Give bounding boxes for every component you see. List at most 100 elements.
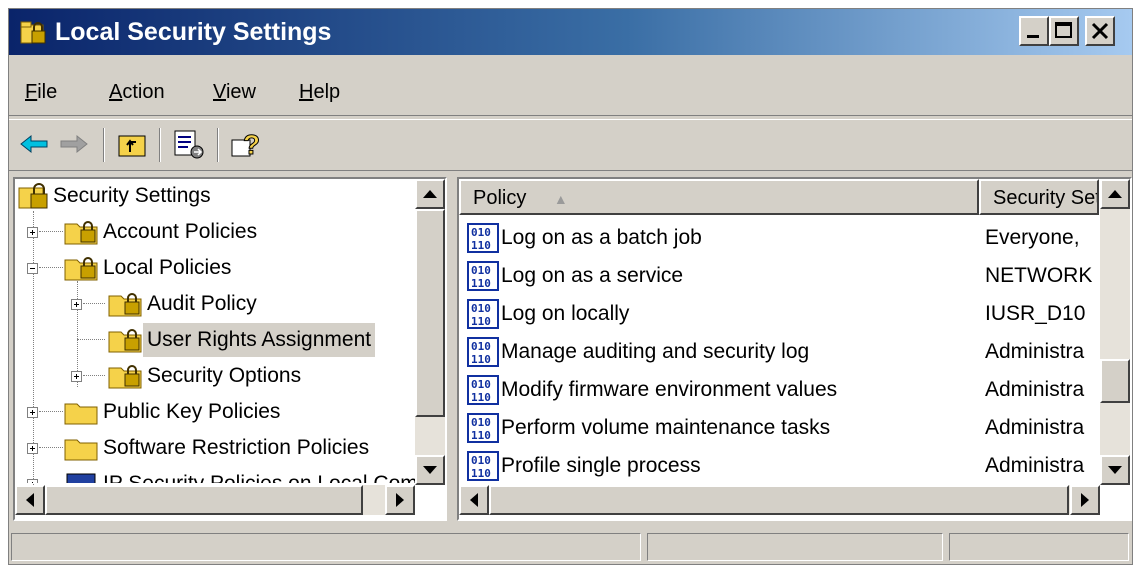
forward-button[interactable] [55,128,91,160]
minimize-icon [1027,35,1039,38]
tree-item-security-options[interactable]: Security Options [15,359,415,393]
expand-plus-icon[interactable] [27,443,38,454]
tree-item-audit-policy[interactable]: Audit Policy [15,287,415,321]
policy-setting: Administra [985,378,1085,401]
minimize-button[interactable] [1019,16,1049,46]
menu-action-label: ction [122,81,165,103]
svg-text:010: 010 [471,340,491,353]
svg-text:110: 110 [471,239,491,252]
svg-text:010: 010 [471,264,491,277]
scroll-left-button[interactable] [459,485,489,515]
toolbar-separator [103,128,105,162]
locked-folder-icon [108,293,142,317]
tree-item-label: IP Security Policies on Local Computer [103,467,415,483]
up-one-level-button[interactable] [115,128,151,160]
menu-view[interactable]: View [213,79,256,105]
list-horizontal-scrollbar[interactable] [459,485,1100,515]
tree-item-account-policies[interactable]: Account Policies [15,215,415,249]
list-vertical-scrollbar[interactable] [1100,179,1130,485]
arrow-left-icon [26,493,34,507]
toolbar-separator [217,128,219,162]
tree-horizontal-scrollbar[interactable] [15,485,415,515]
tree-item-security-settings[interactable]: Security Settings [15,179,415,213]
policy-icon: 010110 [467,413,499,443]
scroll-thumb[interactable] [415,209,445,417]
arrow-up-icon [1108,190,1122,198]
arrow-down-icon [423,466,437,474]
security-settings-icon [18,183,48,209]
help-button[interactable]: ? [229,128,265,161]
svg-text:010: 010 [471,454,491,467]
expand-plus-icon[interactable] [27,407,38,418]
tree-item-user-rights-assignment[interactable]: User Rights Assignment [15,323,415,357]
policy-row[interactable]: 010 110 Perform volume maintenance tasks … [459,409,1099,447]
svg-text:?: ? [243,129,260,160]
svg-text:110: 110 [471,467,491,480]
svg-text:110: 110 [471,353,491,366]
column-header-label: Security Setting [993,187,1099,209]
policy-row[interactable]: 010 110 Log on locally IUSR_D10 [459,295,1099,333]
collapse-minus-icon[interactable] [27,263,38,274]
menu-file[interactable]: File [25,79,57,105]
tree-item-software-restriction-policies[interactable]: Software Restriction Policies [15,431,415,465]
arrow-right-icon [1081,493,1089,507]
export-list-button[interactable] [171,128,207,160]
policy-row[interactable]: 010 110 Profile single process Administra [459,447,1099,485]
tree-vertical-scrollbar[interactable] [415,179,445,485]
policy-row[interactable]: 010 110 Modify firmware environment value… [459,371,1099,409]
column-header-policy[interactable]: Policy ▲ [459,179,979,215]
tree-item-label: Software Restriction Policies [103,436,370,459]
app-window: Local Security Settings File Action View… [8,8,1133,565]
menu-help-label: elp [313,81,341,103]
menu-file-accel: F [25,81,38,103]
scroll-up-button[interactable] [415,179,445,209]
policy-setting: Everyone, [985,226,1080,249]
menu-bar: File Action View Help [9,65,1132,116]
tree-item-public-key-policies[interactable]: Public Key Policies [15,395,415,429]
locked-folder-icon [108,365,142,389]
scroll-thumb[interactable] [489,485,1069,515]
menu-action[interactable]: Action [109,79,165,105]
menu-help[interactable]: Help [299,79,340,105]
policy-setting: Administra [985,340,1085,363]
tree-item-label: Local Policies [103,256,232,279]
scroll-down-button[interactable] [415,455,445,485]
expand-plus-icon[interactable] [71,299,82,310]
arrow-down-icon [1108,466,1122,474]
back-button[interactable] [17,128,53,160]
scroll-left-button[interactable] [15,485,45,515]
scroll-up-button[interactable] [1100,179,1130,209]
tree-item-label: Public Key Policies [103,400,281,423]
scroll-right-button[interactable] [385,485,415,515]
policy-row[interactable]: 010 110 Manage auditing and security log … [459,333,1099,371]
tree-item-ip-security-policies[interactable]: IP Security Policies on Local Computer [15,467,415,483]
title-bar[interactable]: Local Security Settings [9,9,1132,55]
status-bar [9,529,1132,565]
menu-view-accel: V [213,81,226,103]
column-header-security-setting[interactable]: Security Setting [979,179,1099,215]
svg-text:010: 010 [471,378,491,391]
scroll-down-button[interactable] [1100,455,1130,485]
policy-list: 010 110 Log on as a batch job Everyone, 0… [459,215,1099,485]
tree-pane[interactable]: Security Settings Account Policies Local… [13,177,447,521]
tree-item-local-policies[interactable]: Local Policies [15,251,415,285]
scroll-thumb[interactable] [1100,359,1130,403]
tree-item-label: User Rights Assignment [143,323,376,357]
policy-icon: 010110 [467,375,499,405]
policy-list-pane[interactable]: Policy ▲ Security Setting 010110 Log on … [457,177,1132,521]
svg-text:010: 010 [471,226,491,239]
policy-row[interactable]: 010 110 Log on as a batch job Everyone, [459,219,1099,257]
svg-text:110: 110 [471,277,491,290]
policy-row[interactable]: 010 110 Log on as a service NETWORK [459,257,1099,295]
toolbar: ? [9,119,1132,171]
export-list-icon [174,130,204,159]
close-button[interactable] [1085,16,1115,46]
tree-item-label: Account Policies [103,220,258,243]
maximize-button[interactable] [1049,16,1079,46]
expand-plus-icon[interactable] [27,227,38,238]
scroll-right-button[interactable] [1070,485,1100,515]
expand-plus-icon[interactable] [71,371,82,382]
scroll-thumb[interactable] [45,485,363,515]
menu-file-label: ile [37,81,58,103]
expand-plus-icon[interactable] [27,479,38,483]
